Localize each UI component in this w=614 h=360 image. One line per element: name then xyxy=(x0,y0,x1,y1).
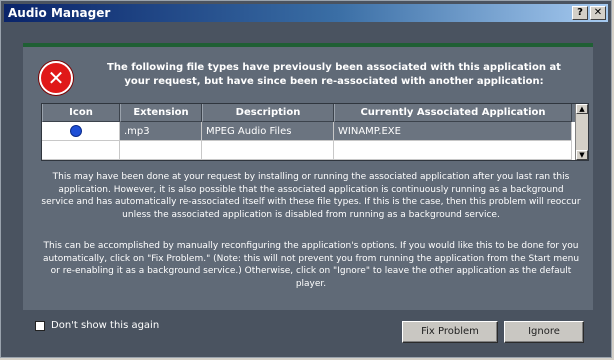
headline-message: The following file types have previously… xyxy=(107,62,561,87)
window-title: Audio Manager xyxy=(8,6,111,20)
title-bar: Audio Manager ? ✕ xyxy=(4,4,608,22)
table-header: Icon Extension Description Currently Ass… xyxy=(42,104,588,122)
column-header-extension[interactable]: Extension xyxy=(120,104,202,122)
file-type-table: Icon Extension Description Currently Ass… xyxy=(41,103,589,161)
title-buttons: ? ✕ xyxy=(572,6,606,20)
description-cell: MPEG Audio Files xyxy=(202,122,334,141)
close-button[interactable]: ✕ xyxy=(590,6,606,20)
empty-cell xyxy=(120,141,202,160)
fix-problem-button[interactable]: Fix Problem xyxy=(402,321,498,343)
ignore-button[interactable]: Ignore xyxy=(504,321,584,343)
empty-cell xyxy=(334,141,572,160)
dont-show-again-checkbox[interactable] xyxy=(35,320,45,331)
empty-cell xyxy=(42,141,120,160)
explanation-paragraph: This may have been done at your request … xyxy=(41,172,581,220)
help-button[interactable]: ? xyxy=(572,6,588,20)
column-header-application[interactable]: Currently Associated Application xyxy=(334,104,572,122)
dont-show-again-label[interactable]: Don't show this again xyxy=(51,320,159,331)
dont-show-again-option[interactable]: Don't show this again xyxy=(35,320,159,331)
scroll-down-button[interactable]: ▼ xyxy=(576,150,588,160)
scroll-up-button[interactable]: ▲ xyxy=(576,104,588,114)
table-row-empty[interactable] xyxy=(42,141,588,160)
table-row[interactable]: .mp3 MPEG Audio Files WINAMP.EXE xyxy=(42,122,588,141)
icon-cell xyxy=(42,122,120,141)
audio-file-icon xyxy=(70,125,82,137)
column-header-icon[interactable]: Icon xyxy=(42,104,120,122)
audio-manager-dialog: Audio Manager ? ✕ ✕ The following file t… xyxy=(0,0,612,358)
vertical-scrollbar[interactable]: ▲ ▼ xyxy=(575,104,588,160)
scroll-track[interactable] xyxy=(576,114,588,150)
empty-cell xyxy=(202,141,334,160)
application-cell: WINAMP.EXE xyxy=(334,122,572,141)
column-header-description[interactable]: Description xyxy=(202,104,334,122)
extension-cell: .mp3 xyxy=(120,122,202,141)
error-icon: ✕ xyxy=(39,61,73,95)
instructions-paragraph: This can be accomplished by manually rec… xyxy=(42,241,580,289)
